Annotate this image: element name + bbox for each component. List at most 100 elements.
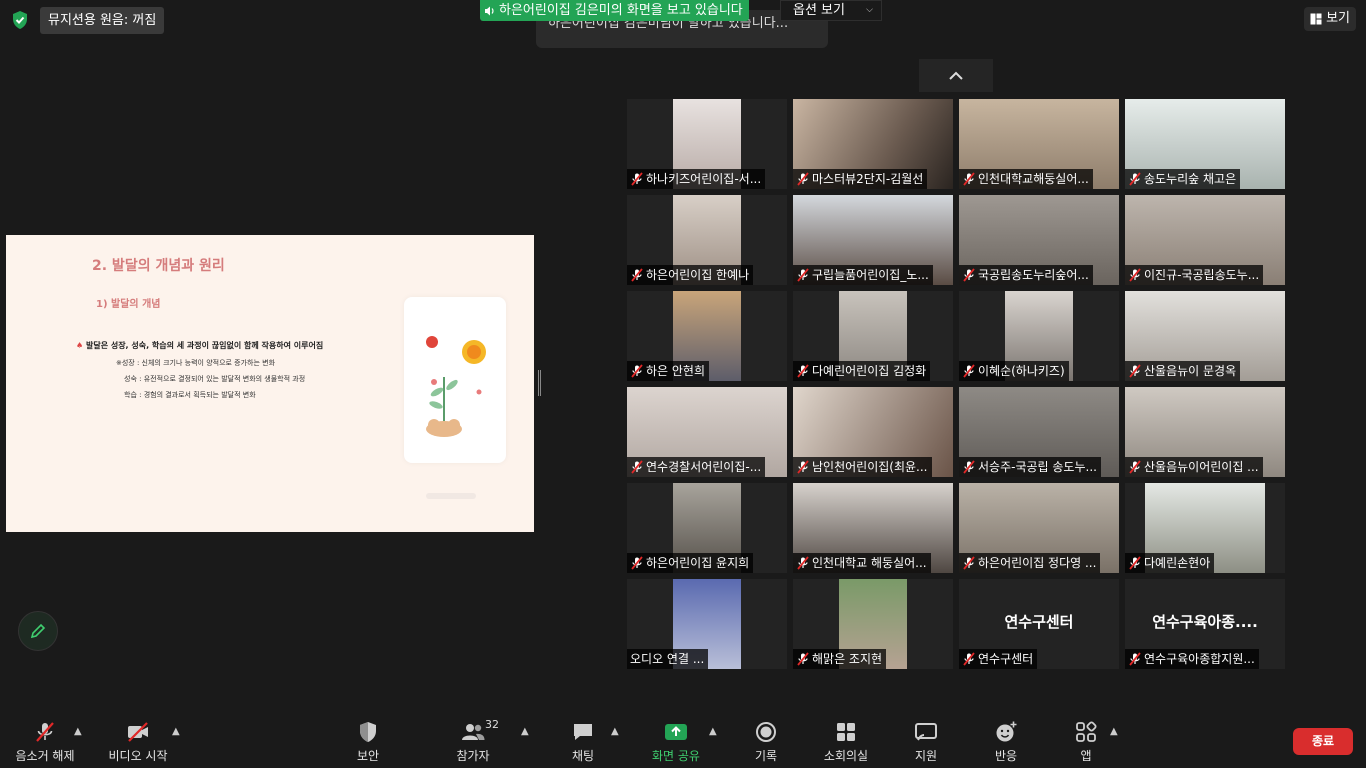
- share-screen-button[interactable]: 화면 공유: [636, 720, 716, 764]
- participant-name-label: 국공립송도누리숲어...: [959, 265, 1093, 285]
- participant-name-label: 마스터뷰2단지-김월선: [793, 169, 928, 189]
- view-options-button[interactable]: 옵션 보기 ⌵: [780, 0, 882, 21]
- emoji-icon: [996, 721, 1017, 742]
- participant-tile[interactable]: 구립늘품어린이집_노...: [793, 195, 953, 285]
- muted-mic-icon: [1129, 460, 1141, 474]
- chevron-down-icon: ⌵: [866, 5, 873, 15]
- participant-tile[interactable]: 국공립송도누리숲어...: [959, 195, 1119, 285]
- participant-name-label: 해맑은 조지현: [793, 649, 887, 669]
- participant-name-label: 이혜순(하나키즈): [959, 361, 1069, 381]
- participants-label: 참가자: [456, 749, 490, 763]
- breakout-rooms-label: 소회의실: [823, 749, 869, 763]
- chat-icon: [574, 724, 592, 740]
- collapse-gallery-button[interactable]: [919, 59, 993, 92]
- muted-mic-icon: [1129, 268, 1141, 282]
- participant-name-label: 다예린어린이집 김정화: [793, 361, 931, 381]
- muted-mic-icon: [631, 556, 643, 570]
- participant-tile[interactable]: 산울음뉴이 문경옥: [1125, 291, 1285, 381]
- apps-options-caret[interactable]: ▲: [1110, 726, 1118, 737]
- participant-name-label: 다예린손현아: [1125, 553, 1215, 573]
- start-video-button[interactable]: 비디오 시작: [98, 720, 178, 764]
- screen-share-banner: 하은어린이집 김은미의 화면을 보고 있습니다: [480, 0, 749, 21]
- participant-tile[interactable]: 오디오 연결 ...: [627, 579, 787, 669]
- participant-tile[interactable]: 이혜순(하나키즈): [959, 291, 1119, 381]
- view-button[interactable]: 보기: [1304, 7, 1356, 31]
- slide-footer-mark: [426, 493, 476, 499]
- original-sound-toggle[interactable]: 뮤지션용 원음: 꺼짐: [40, 7, 165, 34]
- support-label: 지원: [914, 749, 938, 763]
- security-button[interactable]: 보안: [328, 720, 408, 764]
- participant-name-label: 서승주-국공립 송도누...: [959, 457, 1101, 477]
- participant-tile[interactable]: 인천대학교 해둥실어...: [793, 483, 953, 573]
- plant-illustration: [426, 336, 486, 437]
- muted-mic-icon: [1129, 556, 1141, 570]
- end-meeting-button[interactable]: 종료: [1293, 728, 1353, 755]
- slide-learning-line: 학습 : 경험의 결과로서 획득되는 발달적 변화: [124, 391, 256, 399]
- record-button[interactable]: 기록: [726, 720, 806, 764]
- video-options-caret[interactable]: ▲: [172, 726, 180, 737]
- participant-tile[interactable]: 인천대학교해둥실어...: [959, 99, 1119, 189]
- muted-mic-icon: [631, 268, 643, 282]
- participant-tile[interactable]: 연수경찰서어린이집-...: [627, 387, 787, 477]
- unmute-button[interactable]: 음소거 해제: [5, 720, 85, 764]
- participant-tile[interactable]: 하은어린이집 윤지희: [627, 483, 787, 573]
- participant-tile[interactable]: 마스터뷰2단지-김월선: [793, 99, 953, 189]
- participant-tile[interactable]: 이진규-국공립송도누...: [1125, 195, 1285, 285]
- participant-tile[interactable]: 해맑은 조지현: [793, 579, 953, 669]
- participant-tile[interactable]: 다예린손현아: [1125, 483, 1285, 573]
- participants-options-caret[interactable]: ▲: [521, 726, 529, 737]
- view-label: 보기: [1326, 11, 1350, 26]
- participant-tile[interactable]: 하은어린이집 한예나: [627, 195, 787, 285]
- participant-name-label: 인천대학교해둥실어...: [959, 169, 1093, 189]
- muted-mic-icon: [797, 268, 809, 282]
- participant-tile[interactable]: 하은어린이집 정다영 ...: [959, 483, 1119, 573]
- muted-mic-icon: [797, 364, 809, 378]
- muted-mic-icon: [797, 460, 809, 474]
- participant-name-label: 인천대학교 해둥실어...: [793, 553, 931, 573]
- share-options-caret[interactable]: ▲: [709, 726, 717, 737]
- muted-mic-icon: [1129, 652, 1141, 666]
- participant-name-label: 이진규-국공립송도누...: [1125, 265, 1264, 285]
- support-button[interactable]: 지원: [886, 720, 966, 764]
- muted-mic-icon: [797, 556, 809, 570]
- video-off-icon: [128, 722, 148, 742]
- muted-mic-icon: [797, 652, 809, 666]
- reactions-button[interactable]: 반응: [966, 720, 1046, 764]
- participant-tile[interactable]: 서승주-국공립 송도누...: [959, 387, 1119, 477]
- participant-tile[interactable]: 다예린어린이집 김정화: [793, 291, 953, 381]
- participant-tile[interactable]: 산울음뉴이어린이집 ...: [1125, 387, 1285, 477]
- participant-tile[interactable]: 하은 안현희: [627, 291, 787, 381]
- muted-mic-icon: [36, 722, 54, 742]
- share-screen-label: 화면 공유: [652, 749, 700, 763]
- participant-tile[interactable]: 연수구센터 연수구센터: [959, 579, 1119, 669]
- security-label: 보안: [356, 749, 380, 763]
- participant-tile[interactable]: 남인천어린이집(최윤...: [793, 387, 953, 477]
- participant-display-name: 연수구센터: [1004, 613, 1074, 631]
- unmute-label: 음소거 해제: [15, 749, 75, 763]
- encryption-shield-icon[interactable]: [10, 10, 30, 30]
- audio-options-caret[interactable]: ▲: [74, 726, 82, 737]
- breakout-rooms-button[interactable]: 소회의실: [806, 720, 886, 764]
- chat-options-caret[interactable]: ▲: [611, 726, 619, 737]
- slide-maturation-line: 성숙 : 유전적으로 결정되어 있는 발달적 변화의 생물학적 과정: [124, 375, 306, 383]
- meeting-toolbar: 음소거 해제 ▲ 비디오 시작 ▲ 보안 32 참가자 ▲ 채팅 ▲ 화면 공유…: [0, 712, 1366, 768]
- chat-label: 채팅: [571, 749, 595, 763]
- grid-view-icon: [1310, 13, 1322, 25]
- participants-button[interactable]: 32 참가자: [433, 718, 513, 764]
- participant-tile[interactable]: 하나키즈어린이집-서...: [627, 99, 787, 189]
- muted-mic-icon: [1129, 172, 1141, 186]
- zoom-meeting-window: 뮤지션용 원음: 꺼짐 하은어린이집 김은미님이 말하고 있습니다... 하은어…: [0, 0, 1366, 768]
- participant-name-label: 하은어린이집 정다영 ...: [959, 553, 1101, 573]
- annotate-button[interactable]: [18, 611, 58, 651]
- chevron-up-icon: [949, 71, 963, 80]
- participant-tile[interactable]: 연수구육아종.... 연수구육아종합지원...: [1125, 579, 1285, 669]
- pencil-icon: [30, 623, 46, 639]
- panel-resize-handle[interactable]: [538, 370, 541, 396]
- participant-tile[interactable]: 송도누리숲 채고은: [1125, 99, 1285, 189]
- muted-mic-icon: [631, 364, 643, 378]
- muted-mic-icon: [963, 364, 975, 378]
- shared-screen: 2. 발달의 개념과 원리 1) 발달의 개념 ♠ 발달은 성장, 성숙, 학습…: [6, 235, 534, 532]
- slide-title: 2. 발달의 개념과 원리: [92, 258, 225, 274]
- muted-mic-icon: [1129, 364, 1141, 378]
- record-icon: [756, 722, 776, 742]
